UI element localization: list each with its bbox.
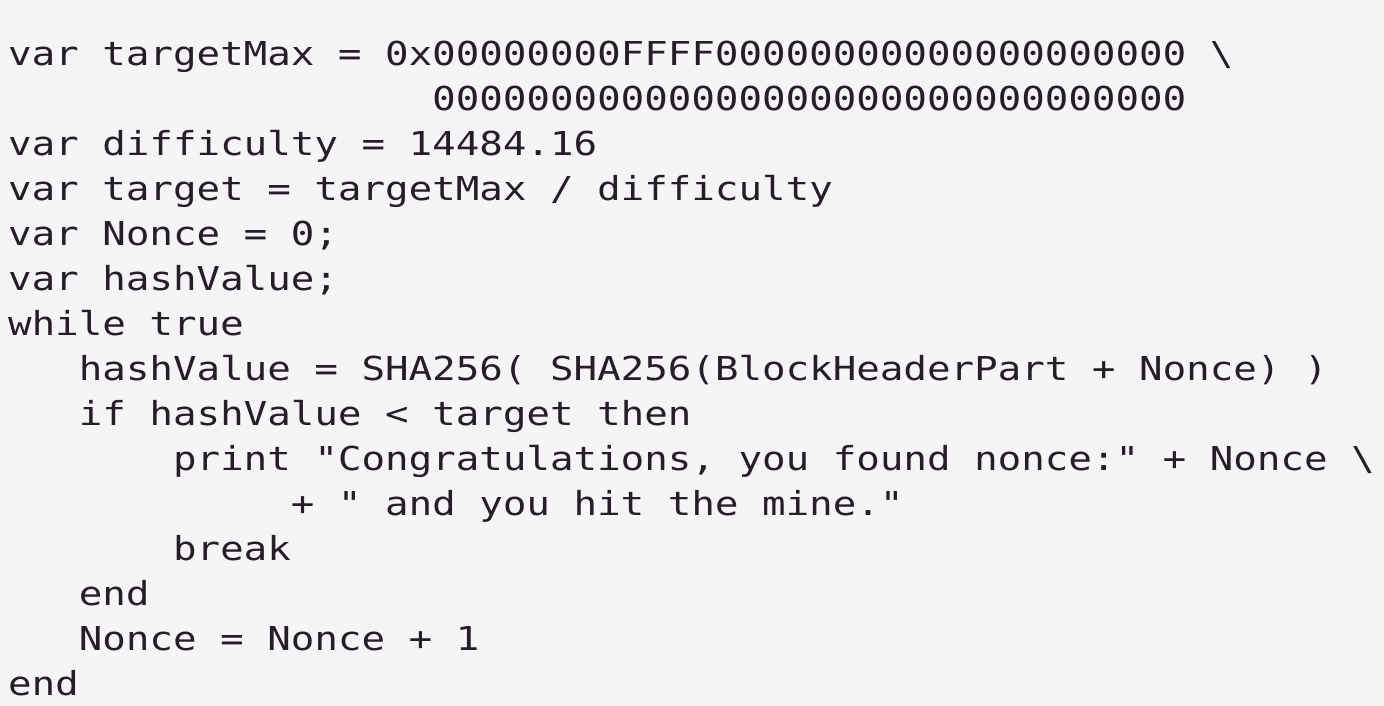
code-line: var targetMax = 0x00000000FFFF0000000000… [8, 34, 1234, 73]
code-snippet: var targetMax = 0x00000000FFFF0000000000… [0, 0, 1384, 703]
code-line: var difficulty = 14484.16 [8, 124, 598, 163]
code-line: end [8, 664, 79, 703]
code-line: hashValue = SHA256( SHA256(BlockHeaderPa… [8, 349, 1328, 388]
code-line: 00000000000000000000000000000000 [8, 79, 1187, 118]
code-line: while true [8, 304, 244, 343]
code-line: end [8, 574, 150, 613]
code-line: print "Congratulations, you found nonce:… [8, 439, 1375, 478]
code-line: var hashValue; [8, 259, 338, 298]
code-line: Nonce = Nonce + 1 [8, 619, 480, 658]
code-line: break [8, 529, 291, 568]
code-line: var Nonce = 0; [8, 214, 338, 253]
code-line: var target = targetMax / difficulty [8, 169, 833, 208]
code-line: if hashValue < target then [8, 394, 692, 433]
code-line: + " and you hit the mine." [8, 484, 904, 523]
